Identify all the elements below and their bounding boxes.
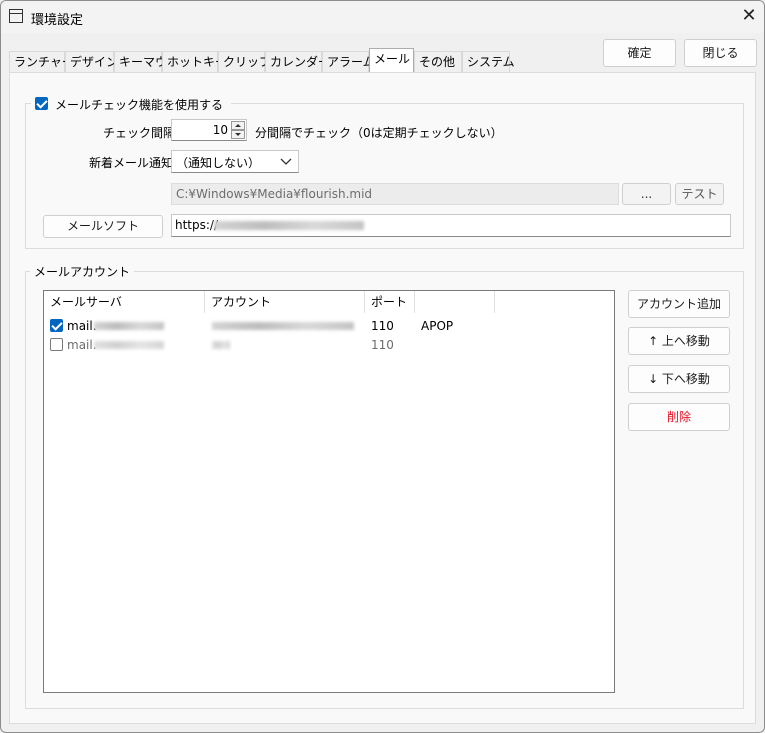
- tab-clip[interactable]: クリップ: [218, 51, 271, 72]
- redacted-account: [212, 341, 230, 349]
- tab-system[interactable]: システム: [462, 51, 515, 72]
- browse-button[interactable]: ...: [622, 183, 671, 205]
- window-title: 環境設定: [31, 13, 84, 28]
- tab-other[interactable]: その他: [414, 51, 462, 72]
- accounts-list[interactable]: メールサーバ アカウント ポート mail. 110 APOP mail. 11…: [43, 290, 615, 693]
- tab-mail[interactable]: メール: [369, 48, 414, 72]
- column-header-auth[interactable]: [415, 291, 495, 313]
- tab-calendar[interactable]: カレンダー: [265, 51, 330, 72]
- table-row[interactable]: mail. 110: [44, 336, 614, 354]
- delete-button[interactable]: 削除: [628, 403, 730, 431]
- mail-soft-url-input[interactable]: https://: [171, 214, 731, 237]
- notify-label: 新着メール通知: [89, 156, 174, 170]
- column-header-server[interactable]: メールサーバ: [44, 291, 205, 313]
- account-port: 110: [371, 319, 394, 333]
- tab-keymouse[interactable]: キーマウ: [114, 51, 167, 72]
- interval-label: チェック間隔: [103, 126, 176, 140]
- move-down-button[interactable]: ↓ 下へ移動: [628, 365, 730, 393]
- tab-alarm[interactable]: アラーム: [322, 51, 375, 72]
- chevron-down-icon: [280, 158, 292, 165]
- account-auth: APOP: [421, 319, 454, 333]
- mail-soft-button[interactable]: メールソフト: [43, 215, 163, 238]
- add-account-button[interactable]: アカウント追加: [628, 290, 730, 318]
- tab-hotkey[interactable]: ホットキー: [162, 51, 227, 72]
- redacted-url: [214, 221, 364, 230]
- tab-design[interactable]: デザイン: [65, 51, 118, 72]
- confirm-button[interactable]: 確定: [603, 39, 676, 67]
- mail-check-enable-label: メールチェック機能を使用する: [55, 98, 224, 112]
- spin-up-icon[interactable]: [231, 121, 245, 130]
- test-button[interactable]: テスト: [675, 183, 724, 205]
- redacted-server: [94, 341, 164, 349]
- mail-check-legend: メールチェック機能を使用する: [31, 95, 231, 112]
- close-button[interactable]: 閉じる: [684, 39, 757, 67]
- window-icon: [9, 9, 23, 23]
- close-icon[interactable]: ✕: [737, 5, 761, 27]
- notify-value: （通知しない）: [176, 156, 261, 170]
- table-row[interactable]: mail. 110 APOP: [44, 317, 614, 335]
- sound-path-field[interactable]: C:¥Windows¥Media¥flourish.mid: [171, 183, 619, 205]
- sound-path-value: C:¥Windows¥Media¥flourish.mid: [176, 187, 373, 201]
- mail-tab-panel: メールチェック機能を使用する チェック間隔 10 分間隔でチェック（0は定期チェ…: [9, 72, 756, 724]
- settings-window: 環境設定 ✕ ランチャー デザイン キーマウ ホットキー クリップ カレンダー …: [0, 0, 765, 733]
- interval-stepper[interactable]: 10: [171, 119, 247, 141]
- column-header-account[interactable]: アカウント: [205, 291, 365, 313]
- account-port: 110: [371, 338, 394, 352]
- move-up-button[interactable]: ↑ 上へ移動: [628, 327, 730, 355]
- account-server: mail.: [67, 338, 97, 352]
- spin-down-icon[interactable]: [231, 130, 245, 139]
- interval-suffix: 分間隔でチェック（0は定期チェックしない）: [255, 126, 503, 140]
- account-enable-checkbox[interactable]: [50, 319, 63, 332]
- notify-select[interactable]: （通知しない）: [171, 150, 299, 173]
- interval-value: 10: [212, 123, 228, 137]
- mail-soft-url-value: https://: [175, 218, 219, 232]
- title-bar: 環境設定 ✕: [1, 1, 764, 33]
- redacted-account: [212, 322, 354, 330]
- mail-check-enable-checkbox[interactable]: [35, 97, 48, 110]
- redacted-server: [94, 322, 164, 330]
- account-enable-checkbox[interactable]: [50, 338, 63, 351]
- accounts-legend: メールアカウント: [30, 263, 135, 280]
- tab-launcher[interactable]: ランチャー: [9, 51, 74, 72]
- column-header-port[interactable]: ポート: [365, 291, 415, 313]
- account-server: mail.: [67, 319, 97, 333]
